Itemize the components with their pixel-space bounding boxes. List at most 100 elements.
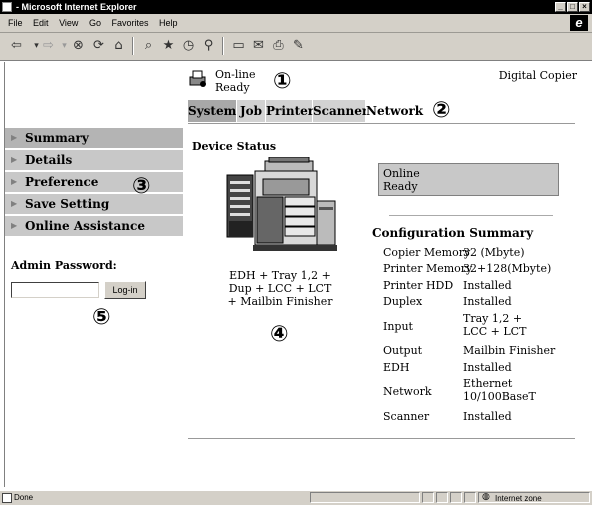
status-cell [310, 492, 420, 503]
close-button[interactable]: × [579, 2, 590, 12]
device-status-text: On-line Ready [215, 68, 255, 94]
config-label: Network [383, 385, 432, 398]
menu-edit[interactable]: Edit [33, 14, 49, 32]
nav-save-setting[interactable]: ▶ Save Setting [5, 194, 183, 216]
nav-details[interactable]: ▶ Details [5, 150, 183, 172]
fullscreen-icon[interactable]: ▭ [230, 38, 247, 54]
status-cell [464, 492, 476, 503]
mail-icon[interactable]: ✉ [250, 38, 267, 54]
options-caption-line: + Mailbin Finisher [227, 295, 333, 308]
arrow-icon: ▶ [11, 221, 18, 230]
menu-favorites[interactable]: Favorites [111, 14, 148, 32]
options-caption-line: EDH + Tray 1,2 + [229, 269, 331, 282]
callout-4: ④ [270, 322, 289, 347]
status-cell [422, 492, 434, 503]
config-label: Input [383, 320, 413, 333]
status-box: Online Ready [378, 163, 559, 196]
ie-page-icon [2, 2, 12, 12]
tab-scanner[interactable]: Scanner [313, 100, 368, 122]
admin-password-input[interactable] [11, 282, 99, 298]
search-icon[interactable]: ⌕ [140, 38, 157, 54]
tab-underline [188, 123, 575, 124]
browser-toolbar: ⇦ ▾ ⇨ ▾ ⊗ ⟳ ⌂ ⌕ ★ ◷ ⚲ ▭ ✉ ⎙ ✎ [0, 33, 592, 61]
tab-printer[interactable]: Printer [266, 100, 314, 122]
device-name: Digital Copier [498, 69, 577, 82]
admin-password-label: Admin Password: [11, 259, 117, 272]
zone-cell: ◍ Internet zone [478, 492, 590, 503]
config-value-line: Tray 1,2 + [463, 312, 523, 325]
nav-online-assistance[interactable]: ▶ Online Assistance [5, 216, 183, 238]
forward-icon[interactable]: ⇨ [40, 38, 57, 54]
options-caption: EDH + Tray 1,2 + Dup + LCC + LCT + Mailb… [205, 269, 355, 308]
arrow-icon: ▶ [11, 177, 18, 186]
config-value: Installed [463, 410, 512, 423]
favorites-icon[interactable]: ★ [160, 38, 177, 54]
bottom-divider [188, 438, 575, 439]
copier-image [226, 157, 337, 251]
menu-go[interactable]: Go [89, 14, 101, 32]
config-label: Copier Memory [383, 246, 471, 259]
config-label: Printer HDD [383, 279, 454, 292]
history-icon[interactable]: ◷ [180, 38, 197, 54]
config-label: Output [383, 344, 423, 357]
window-title: - Microsoft Internet Explorer [16, 2, 137, 12]
config-value: 32+128(Mbyte) [463, 262, 552, 275]
menu-bar: File Edit View Go Favorites Help e [0, 14, 592, 33]
callout-1: ① [273, 69, 292, 94]
printer-status-icon [189, 70, 206, 87]
refresh-icon[interactable]: ⟳ [90, 38, 107, 54]
menu-help[interactable]: Help [159, 14, 178, 32]
config-label: Printer Memory [383, 262, 473, 275]
zone-text: Internet zone [495, 494, 542, 503]
callout-2: ② [432, 98, 451, 123]
login-button[interactable]: Log-in [104, 281, 146, 299]
callout-5: ⑤ [92, 305, 111, 330]
config-value-line: Ethernet [463, 377, 513, 390]
status-line-online: On-line [215, 68, 256, 81]
callout-3: ③ [132, 174, 151, 199]
status-bar: Done ◍ Internet zone [0, 490, 592, 505]
maximize-button[interactable]: □ [567, 2, 578, 12]
minimize-button[interactable]: _ [555, 2, 566, 12]
page-done-icon [2, 493, 12, 503]
page-content: On-line Ready ① Digital Copier System Jo… [4, 62, 592, 487]
config-value-line: 10/100BaseT [463, 390, 536, 403]
arrow-icon: ▶ [11, 133, 18, 142]
menu-file[interactable]: File [8, 14, 23, 32]
status-box-ready: Ready [383, 180, 418, 193]
divider [389, 215, 553, 216]
nav-preference[interactable]: ▶ Preference [5, 172, 183, 194]
menu-view[interactable]: View [59, 14, 78, 32]
status-cell [436, 492, 448, 503]
home-icon[interactable]: ⌂ [110, 38, 127, 54]
device-status-title: Device Status [192, 140, 277, 153]
ie-logo-icon: e [570, 15, 588, 31]
tab-job[interactable]: Job [237, 100, 265, 122]
tab-network[interactable]: Network [366, 100, 423, 122]
nav-summary[interactable]: ▶ Summary [5, 128, 183, 150]
config-value-line: LCC + LCT [463, 325, 527, 338]
channels-icon[interactable]: ⚲ [200, 38, 217, 54]
config-value: Mailbin Finisher [463, 344, 556, 357]
arrow-icon: ▶ [11, 199, 18, 208]
config-label: Duplex [383, 295, 423, 308]
globe-icon: ◍ [482, 492, 490, 502]
edit-icon[interactable]: ✎ [290, 38, 307, 54]
status-text: Done [14, 493, 34, 502]
status-cell [450, 492, 462, 503]
stop-icon[interactable]: ⊗ [70, 38, 87, 54]
title-bar: - Microsoft Internet Explorer _ □ × [0, 0, 592, 14]
config-label: Scanner [383, 410, 430, 423]
config-value: Ethernet 10/100BaseT [463, 377, 536, 403]
config-value: Installed [463, 361, 512, 374]
arrow-icon: ▶ [11, 155, 18, 164]
config-label: EDH [383, 361, 410, 374]
config-value: Installed [463, 295, 512, 308]
back-icon[interactable]: ⇦ [8, 38, 25, 54]
config-value: Installed [463, 279, 512, 292]
tab-system[interactable]: System [188, 100, 236, 122]
status-line-ready: Ready [215, 81, 250, 94]
print-icon[interactable]: ⎙ [270, 38, 287, 54]
config-value: Tray 1,2 + LCC + LCT [463, 312, 526, 338]
config-summary-title: Configuration Summary [372, 226, 534, 240]
